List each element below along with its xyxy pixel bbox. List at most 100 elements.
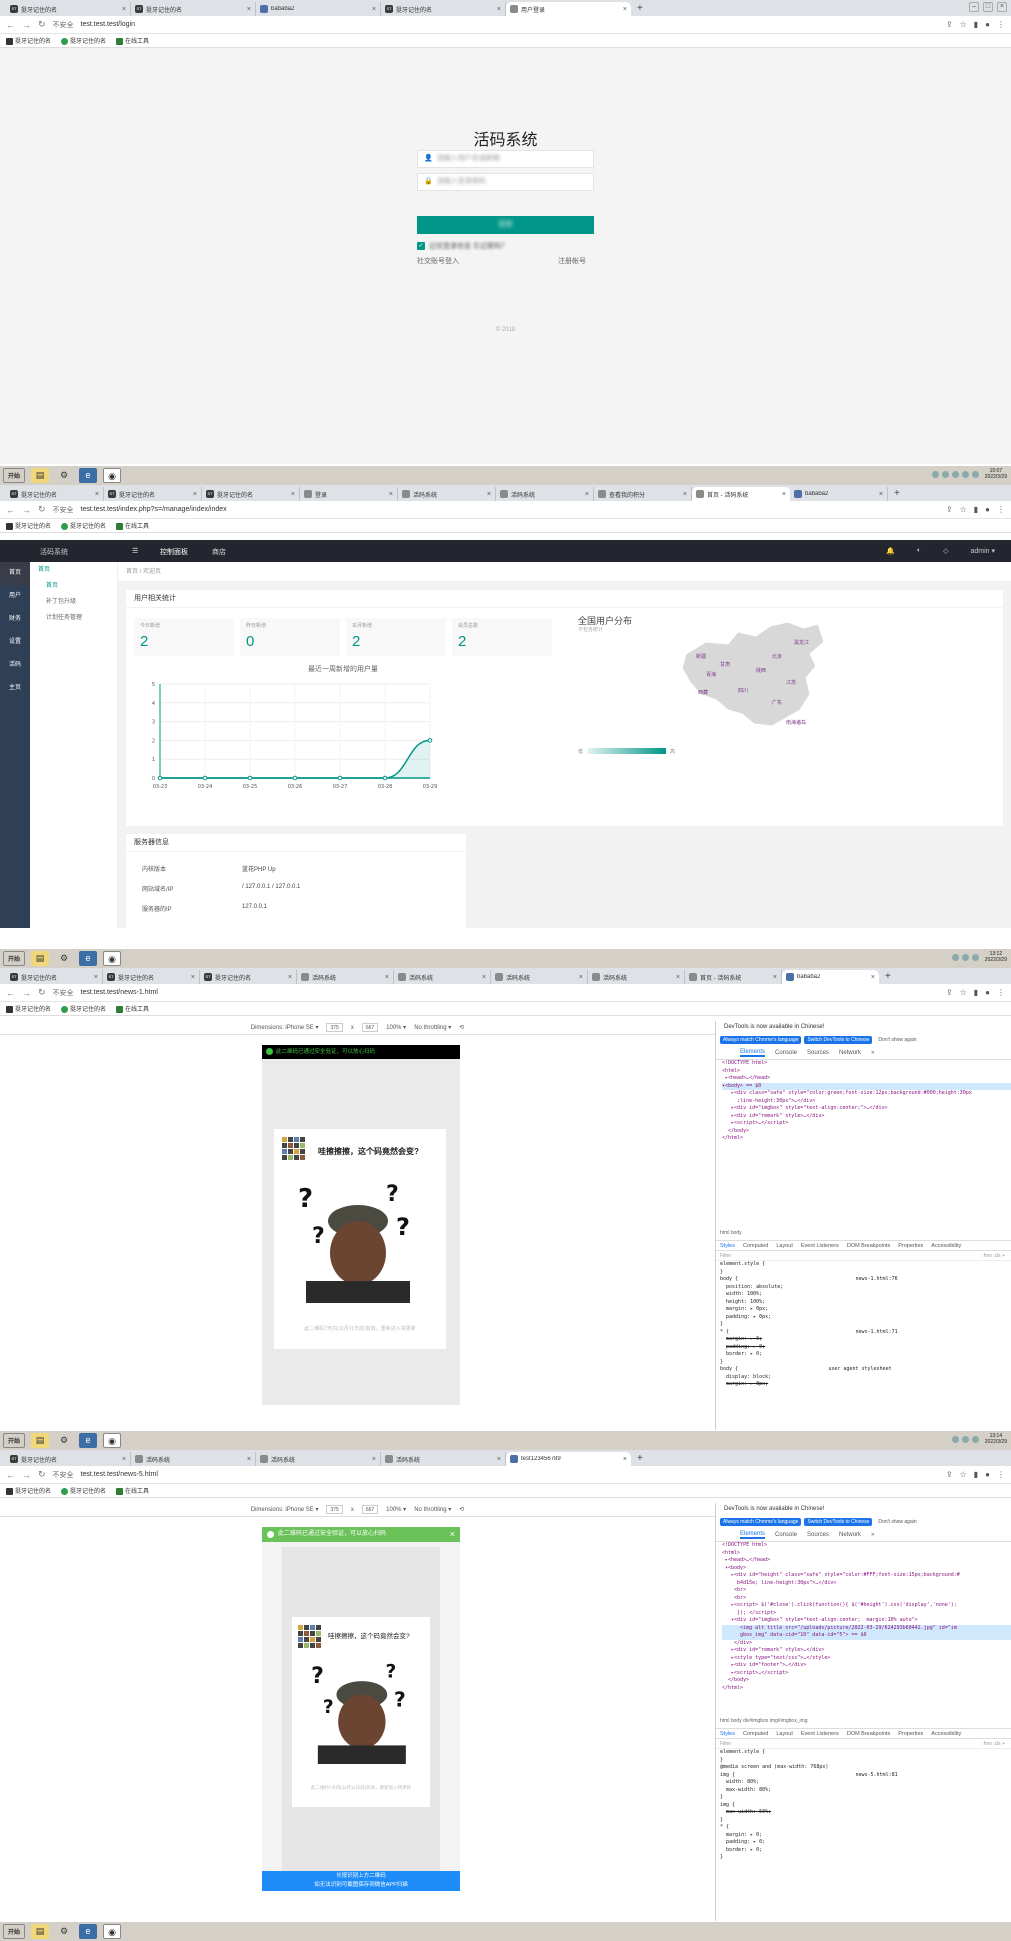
- close-icon[interactable]: ×: [122, 6, 126, 13]
- throttle-select[interactable]: No throttling ▾: [414, 1506, 451, 1513]
- rotate-icon[interactable]: ⟲: [459, 1024, 464, 1031]
- insecure-label[interactable]: 不安全: [53, 505, 74, 515]
- width-input[interactable]: 375: [326, 1505, 343, 1514]
- bookmark-item[interactable]: 挺牙记住的名: [6, 521, 51, 530]
- browser-tab[interactable]: ST 挺牙记住的名 ×: [6, 1452, 131, 1466]
- tab-console[interactable]: Console: [775, 1532, 797, 1538]
- bookmark-item[interactable]: 在线工具: [116, 521, 149, 530]
- insecure-label[interactable]: 不安全: [53, 1470, 74, 1480]
- close-icon[interactable]: ×: [623, 1456, 627, 1463]
- profile-icon[interactable]: ●: [985, 988, 990, 997]
- tab-dom-breakpoints[interactable]: DOM Breakpoints: [847, 1243, 890, 1249]
- app-icon[interactable]: ⚙: [55, 1433, 73, 1448]
- star-icon[interactable]: ☆: [960, 20, 967, 29]
- close-icon[interactable]: ×: [871, 974, 875, 981]
- explorer-icon[interactable]: ▤: [31, 951, 50, 966]
- tray-icon[interactable]: [961, 953, 969, 961]
- menu-icon[interactable]: ⋮: [997, 20, 1005, 29]
- close-icon[interactable]: ×: [372, 6, 376, 13]
- dont-show-button[interactable]: Don't show again: [875, 1518, 919, 1526]
- back-icon[interactable]: ←: [6, 505, 15, 515]
- volume-icon[interactable]: [971, 470, 979, 478]
- styles-pane[interactable]: element.style { } body { news-1.html:76 …: [716, 1261, 1011, 1389]
- more-tabs-icon[interactable]: »: [871, 1532, 874, 1538]
- device-select[interactable]: Dimensions: iPhone SE ▾: [251, 1024, 319, 1031]
- tray-icon[interactable]: [951, 1435, 959, 1443]
- start-button[interactable]: 开始: [3, 951, 26, 966]
- bookmark-item[interactable]: 挺牙记住的名: [6, 36, 51, 45]
- tab-sources[interactable]: Sources: [807, 1050, 829, 1056]
- tag-icon[interactable]: ◇: [943, 547, 948, 555]
- start-button[interactable]: 开始: [3, 468, 26, 483]
- share-icon[interactable]: ⇪: [946, 1470, 953, 1479]
- match-language-button[interactable]: Always match Chrome's language: [720, 1517, 802, 1526]
- bookmark-item[interactable]: 挺牙记住的名: [61, 1486, 106, 1495]
- tab-sources[interactable]: Sources: [807, 1532, 829, 1538]
- close-icon[interactable]: ×: [585, 491, 589, 498]
- start-button[interactable]: 开始: [3, 1924, 26, 1939]
- tab-layout[interactable]: Layout: [776, 1243, 793, 1249]
- tray-icon[interactable]: [951, 953, 959, 961]
- browser-tab[interactable]: 活码系统 ×: [297, 970, 394, 984]
- sidebar-item-settings[interactable]: 设置: [0, 631, 30, 654]
- back-icon[interactable]: ←: [6, 988, 15, 998]
- insecure-label[interactable]: 不安全: [53, 20, 74, 30]
- sidebar-item-homepage[interactable]: 主页: [0, 677, 30, 700]
- forward-icon[interactable]: →: [22, 505, 31, 515]
- url-input[interactable]: test.test.test/index.php?s=/manage/index…: [81, 506, 227, 513]
- close-icon[interactable]: ×: [193, 491, 197, 498]
- map-shape[interactable]: [681, 621, 825, 727]
- close-icon[interactable]: ×: [497, 1456, 501, 1463]
- profile-icon[interactable]: ●: [985, 505, 990, 514]
- close-icon[interactable]: ×: [879, 491, 883, 498]
- browser-tab[interactable]: 首页 - 活码系统 ×: [685, 970, 782, 984]
- close-icon[interactable]: ×: [676, 974, 680, 981]
- sidepanel-icon[interactable]: ▮: [974, 1470, 978, 1479]
- tray-icon[interactable]: [951, 470, 959, 478]
- dom-tree[interactable]: <!DOCTYPE html> <html> ▸<head>…</head> ▾…: [716, 1060, 1011, 1230]
- explorer-icon[interactable]: ▤: [31, 1433, 50, 1448]
- bell-icon[interactable]: 🔔: [886, 547, 895, 555]
- sidepanel-icon[interactable]: ▮: [974, 20, 978, 29]
- new-tab-button[interactable]: +: [631, 2, 649, 16]
- close-icon[interactable]: ×: [579, 974, 583, 981]
- volume-icon[interactable]: [971, 1435, 979, 1443]
- close-icon[interactable]: ×: [247, 1456, 251, 1463]
- chrome-icon[interactable]: ◉: [103, 1924, 122, 1939]
- social-login-link[interactable]: 社交账号登入: [417, 256, 459, 266]
- tab-styles[interactable]: Styles: [720, 1243, 735, 1249]
- url-input[interactable]: test.test.test/login: [81, 21, 135, 28]
- tab-elements[interactable]: Elements: [740, 1049, 766, 1057]
- bookmark-item[interactable]: 挺牙记住的名: [61, 36, 106, 45]
- qr-code-thumb[interactable]: [298, 1625, 321, 1648]
- chrome-icon[interactable]: ◉: [103, 1433, 122, 1448]
- profile-icon[interactable]: ●: [985, 20, 990, 29]
- meme-image[interactable]: ? ? ? ?: [292, 1173, 422, 1303]
- browser-tab[interactable]: 活码系统 ×: [256, 1452, 381, 1466]
- subnav-home[interactable]: 首页: [30, 578, 117, 594]
- menu-icon[interactable]: ⋮: [997, 988, 1005, 997]
- close-icon[interactable]: ×: [773, 974, 777, 981]
- tab-dom-breakpoints[interactable]: DOM Breakpoints: [847, 1731, 890, 1737]
- dom-breadcrumb[interactable]: html body: [716, 1230, 1011, 1240]
- menu-icon[interactable]: ⋮: [997, 1470, 1005, 1479]
- app-icon[interactable]: e: [79, 951, 98, 966]
- explorer-icon[interactable]: ▤: [31, 468, 50, 483]
- tray-icon[interactable]: [961, 1435, 969, 1443]
- map-legend-bar[interactable]: [588, 748, 666, 754]
- close-icon[interactable]: ×: [623, 6, 627, 13]
- width-input[interactable]: 375: [326, 1023, 343, 1032]
- qr-code-thumb[interactable]: [282, 1137, 305, 1160]
- share-icon[interactable]: ⇪: [946, 505, 953, 514]
- bookmark-item[interactable]: 在线工具: [116, 1486, 149, 1495]
- new-tab-button[interactable]: +: [879, 970, 897, 984]
- new-tab-button[interactable]: +: [631, 1452, 649, 1466]
- close-icon[interactable]: ×: [372, 1456, 376, 1463]
- minimize-button[interactable]: –: [969, 2, 979, 12]
- close-icon[interactable]: ×: [291, 491, 295, 498]
- browser-tab[interactable]: 活码系统 ×: [496, 487, 594, 501]
- menu-icon[interactable]: ⋮: [997, 505, 1005, 514]
- tab-console[interactable]: Console: [775, 1050, 797, 1056]
- browser-tab[interactable]: 活码系统 ×: [398, 487, 496, 501]
- bookmark-item[interactable]: 在线工具: [116, 36, 149, 45]
